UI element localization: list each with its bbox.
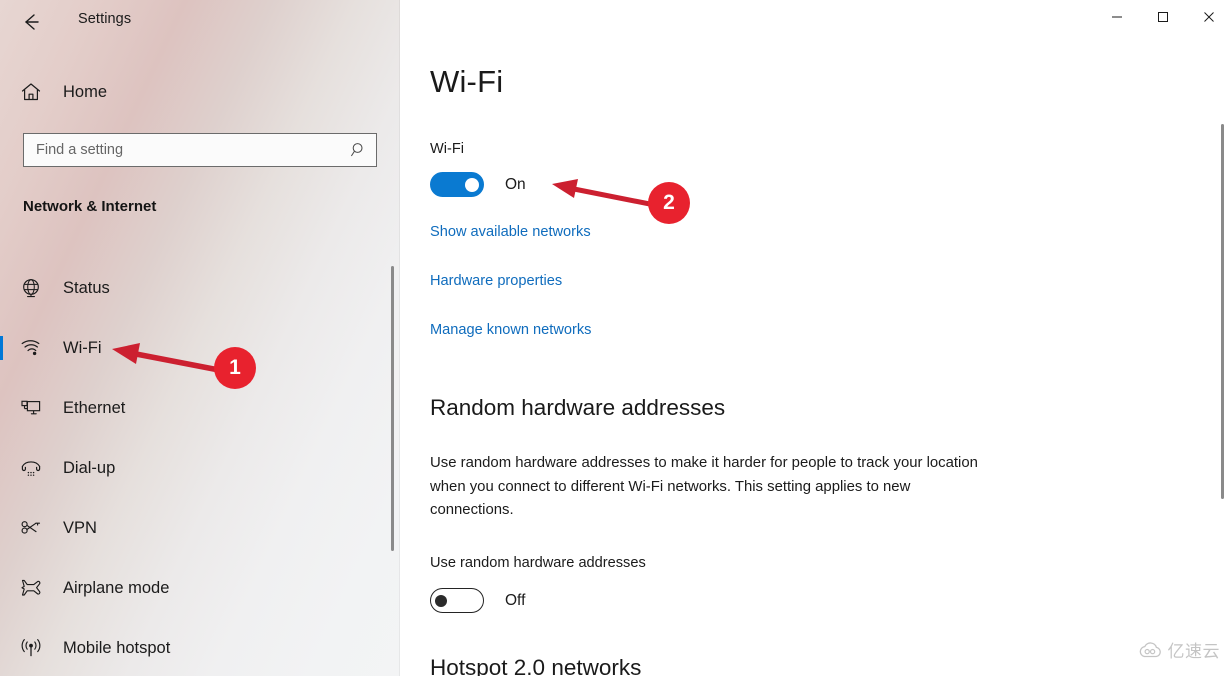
- sidebar-item-mobile-hotspot-label: Mobile hotspot: [63, 638, 171, 657]
- selection-indicator: [0, 336, 3, 360]
- search-box[interactable]: [23, 133, 377, 167]
- hardware-properties-link[interactable]: Hardware properties: [430, 273, 562, 289]
- content-panel: Wi-Fi Wi-Fi On Show available networks H…: [400, 0, 1232, 676]
- annotation-badge-1: 1: [214, 347, 256, 389]
- sidebar-item-vpn[interactable]: VPN: [0, 498, 390, 558]
- sidebar-item-mobile-hotspot[interactable]: Mobile hotspot: [0, 618, 390, 676]
- maximize-button[interactable]: [1140, 0, 1186, 34]
- wifi-setting-label: Wi-Fi: [430, 141, 465, 157]
- sidebar-item-ethernet[interactable]: Ethernet: [0, 378, 390, 438]
- sidebar-scrollbar-thumb[interactable]: [391, 266, 394, 551]
- sidebar-item-vpn-label: VPN: [63, 518, 97, 537]
- random-hardware-addresses-heading: Random hardware addresses: [430, 395, 726, 420]
- sidebar-item-status-label: Status: [63, 278, 110, 297]
- hotspot-networks-heading: Hotspot 2.0 networks: [430, 655, 642, 676]
- search-icon[interactable]: [342, 134, 376, 166]
- manage-known-networks-link[interactable]: Manage known networks: [430, 322, 591, 338]
- sidebar-item-airplane-mode[interactable]: Airplane mode: [0, 558, 390, 618]
- minimize-button[interactable]: [1094, 0, 1140, 34]
- wifi-toggle[interactable]: [430, 172, 484, 197]
- close-button[interactable]: [1186, 0, 1232, 34]
- wifi-toggle-row: On: [430, 172, 526, 197]
- toggle-knob: [465, 177, 479, 192]
- back-arrow-icon[interactable]: [14, 5, 48, 39]
- hotspot-icon: [8, 636, 54, 660]
- wifi-toggle-state: On: [505, 175, 526, 193]
- wifi-icon: [8, 336, 54, 360]
- airplane-icon: [8, 576, 54, 600]
- sidebar-item-wi-fi[interactable]: Wi-Fi: [0, 318, 390, 378]
- watermark-text: 亿速云: [1167, 642, 1220, 662]
- random-hardware-toggle-row: Off: [430, 588, 525, 613]
- random-hardware-addresses-description: Use random hardware addresses to make it…: [430, 455, 978, 519]
- sidebar-item-status[interactable]: Status: [0, 258, 390, 318]
- cloud-icon: [1139, 641, 1161, 657]
- dialup-phone-icon: [8, 456, 54, 480]
- show-available-networks-link[interactable]: Show available networks: [430, 224, 591, 240]
- use-random-hardware-addresses-label: Use random hardware addresses: [430, 555, 646, 571]
- sidebar-item-airplane-mode-label: Airplane mode: [63, 578, 170, 597]
- home-icon: [8, 80, 54, 104]
- sidebar-item-home-label: Home: [63, 82, 108, 101]
- content-scrollbar-thumb[interactable]: [1221, 124, 1224, 499]
- sidebar-item-dial-up-label: Dial-up: [63, 458, 116, 477]
- toggle-knob: [435, 594, 447, 607]
- content-scrollbar[interactable]: [1220, 44, 1226, 676]
- annotation-badge-2: 2: [648, 182, 690, 224]
- sidebar-category-heading: Network & Internet: [23, 198, 157, 215]
- random-hardware-toggle[interactable]: [430, 588, 484, 613]
- app-title: Settings: [78, 11, 132, 27]
- sidebar-item-home[interactable]: Home: [0, 73, 390, 111]
- watermark: 亿速云: [1137, 637, 1221, 662]
- sidebar: Settings Home Network & Internet: [0, 0, 400, 676]
- window-controls: [1094, 0, 1232, 34]
- sidebar-titlebar: Settings: [0, 0, 400, 44]
- sidebar-item-ethernet-label: Ethernet: [63, 398, 126, 417]
- sidebar-scrollbar[interactable]: [390, 258, 395, 676]
- settings-window: Settings Home Network & Internet: [0, 0, 1232, 676]
- ethernet-icon: [8, 396, 54, 420]
- globe-icon: [8, 276, 54, 300]
- page-title: Wi-Fi: [430, 64, 504, 99]
- sidebar-item-dial-up[interactable]: Dial-up: [0, 438, 390, 498]
- search-input[interactable]: [24, 134, 342, 166]
- vpn-key-icon: [8, 516, 54, 540]
- sidebar-nav-list: Status Wi-Fi Ethernet Dial-up VPN Airpla…: [0, 258, 400, 676]
- random-hardware-toggle-state: Off: [505, 591, 526, 609]
- sidebar-item-wi-fi-label: Wi-Fi: [63, 338, 102, 357]
